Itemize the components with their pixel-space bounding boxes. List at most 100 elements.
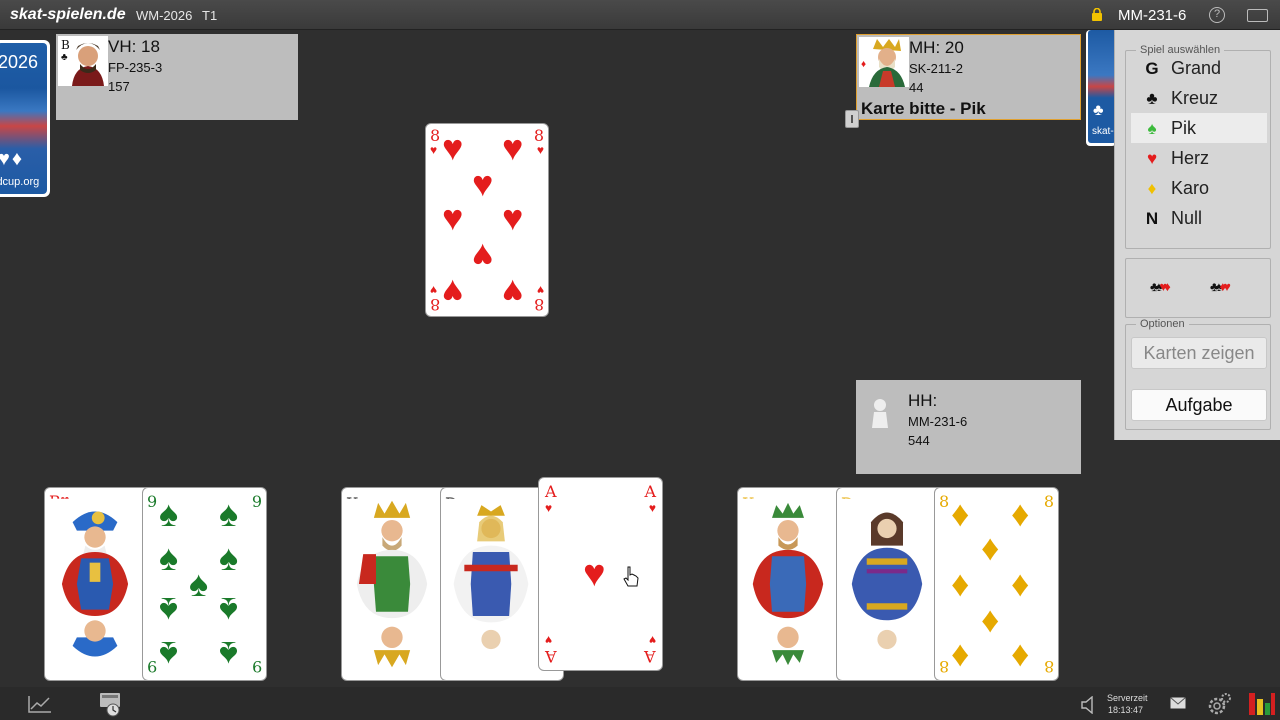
spade-icon: ♠ (1147, 119, 1157, 138)
show-cards-button[interactable]: Karten zeigen (1131, 337, 1267, 369)
game-option-pik[interactable]: ♠ Pik (1131, 113, 1267, 143)
server-time-label: Serverzeit (1107, 693, 1148, 703)
deco-text: skat- (1092, 126, 1114, 137)
spade-icon: ♠ (159, 590, 179, 631)
heart-icon: ♥ (442, 272, 464, 313)
card-rank: 8 (1043, 657, 1054, 676)
player-score: 544 (908, 433, 930, 448)
options-legend: Optionen (1136, 318, 1189, 330)
king-figure (344, 498, 440, 670)
hand-card-pik-neun[interactable]: 9 9 ♠ ♠ ♠ ♠ ♠ ♠ ♠ ♠ ♠ 9 9 (142, 487, 267, 681)
card-rank: 8 (1043, 492, 1054, 511)
sort-group: ♣♠♥♦ ♣♠♦♥ (1125, 258, 1271, 318)
grand-icon: G (1145, 59, 1159, 78)
diamond-icon: ♦ (1011, 493, 1030, 534)
player-code: MM-231-6 (908, 414, 968, 429)
options-group: Optionen Karten zeigen Aufgabe (1125, 318, 1271, 430)
card-rank: 8 (533, 295, 544, 314)
hand-card-herz-ass[interactable]: A ♥ A ♥ ♥ ♥ A ♥ A (538, 477, 663, 671)
player-name: HH: (908, 391, 938, 410)
speaker-icon[interactable] (1080, 696, 1096, 714)
svg-text:♦: ♦ (861, 59, 866, 70)
card-rank: A (545, 647, 557, 666)
server-time-value: 18:13:47 (1108, 705, 1144, 715)
player-score: 157 (108, 79, 130, 94)
table-label: T1 (202, 8, 218, 23)
spade-icon: ♠ (159, 537, 179, 578)
club-icon: ♣ (1093, 102, 1104, 119)
spade-icon: ♠ (219, 537, 239, 578)
help-icon[interactable]: ? (1209, 7, 1225, 23)
sort-alt-suits-icon[interactable]: ♣♠♦♥ (1210, 279, 1231, 294)
card-rank: 8 (430, 295, 441, 314)
heart-icon: ♥ (442, 127, 464, 168)
game-option-label: Pik (1171, 118, 1197, 138)
heart-icon: ♥ (502, 127, 524, 168)
lock-icon (1092, 8, 1102, 21)
player-name: MH: 20 (909, 38, 964, 57)
card-suit: ♥ (430, 143, 438, 157)
card-suit: ♥ (545, 633, 553, 647)
drag-handle[interactable] (845, 110, 859, 128)
pawn-icon (872, 399, 888, 428)
game-option-null[interactable]: N Null (1131, 203, 1267, 233)
diamond-icon: ♦ (951, 633, 970, 674)
diamond-icon: ♦ (951, 493, 970, 534)
give-up-button[interactable]: Aufgabe (1131, 389, 1267, 421)
deco-suits: ♥♦ (0, 148, 25, 170)
hand-card-karo-acht[interactable]: 8 8 ♦ ♦ ♦ ♦ ♦ ♦ ♦ ♦ 8 8 (934, 487, 1059, 681)
card-rank: 8 (430, 126, 441, 145)
queen-figure (839, 498, 935, 670)
player-name: VH: 18 (108, 37, 160, 56)
player-score: 44 (909, 80, 924, 95)
player-code: SK-211-2 (909, 61, 963, 76)
worldcup-deco-card-left: 2026 ♥♦ ldcup.org (0, 40, 50, 197)
card-rank: 9 (147, 492, 158, 511)
spade-icon: ♠ (219, 493, 239, 534)
game-option-label: Null (1171, 208, 1203, 228)
window-toggle-icon[interactable] (1247, 9, 1268, 22)
trick-card: 8 ♥ 8 ♥ ♥ ♥ ♥ ♥ ♥ ♥ ♥ ♥ 8 ♥ 8 ♥ (425, 123, 549, 317)
diamond-icon: ♦ (1011, 633, 1030, 674)
diamond-icon: ♦ (1147, 179, 1157, 198)
game-select-group: Spiel auswählen G Grand ♣ Kreuz ♠ Pik ♥ … (1125, 44, 1271, 249)
jack-figure (47, 498, 143, 670)
player-message: Karte bitte - Pik (861, 99, 986, 118)
diamond-icon: ♦ (1011, 563, 1030, 604)
heart-icon: ♥ (472, 236, 494, 277)
game-option-label: Herz (1171, 148, 1210, 168)
table-info-icon[interactable] (98, 691, 124, 717)
card-suit: ♥ (536, 143, 544, 157)
heart-icon: ♥ (442, 197, 464, 238)
player-avatar-icon: B ♣ (58, 36, 108, 86)
worldcup-deco-card-right: ♣ skat- (1086, 30, 1116, 146)
game-option-grand[interactable]: G Grand (1131, 53, 1267, 83)
card-rank: A (644, 482, 656, 501)
player-box-vh: B ♣ VH: 18 FP-235-3 157 (56, 34, 298, 120)
club-icon: ♣ (1146, 89, 1158, 108)
spade-icon: ♠ (219, 590, 239, 631)
statistics-icon[interactable] (28, 695, 52, 713)
diamond-icon: ♦ (981, 527, 1000, 568)
game-option-herz[interactable]: ♥ Herz (1131, 143, 1267, 173)
card-rank: 8 (939, 492, 950, 511)
game-option-label: Grand (1171, 58, 1222, 78)
game-option-karo[interactable]: ♦ Karo (1131, 173, 1267, 203)
heart-icon: ♥ (583, 553, 606, 595)
card-rank: 9 (147, 657, 158, 676)
card-suit: ♥ (648, 633, 656, 647)
card-suit: ♥ (430, 283, 438, 297)
card-rank: A (644, 647, 656, 666)
mail-icon[interactable] (1170, 697, 1186, 709)
heart-icon: ♥ (472, 163, 494, 204)
game-option-label: Kreuz (1171, 88, 1219, 108)
game-option-kreuz[interactable]: ♣ Kreuz (1131, 83, 1267, 113)
spade-icon: ♠ (189, 563, 209, 604)
spade-icon: ♠ (159, 493, 179, 534)
settings-gear-icon[interactable] (1206, 691, 1232, 717)
queen-figure (443, 498, 539, 670)
brand-logo[interactable]: skat-spielen.de (10, 6, 126, 24)
top-bar: skat-spielen.de WM-2026 T1 MM-231-6 ? (0, 0, 1280, 30)
sort-suits-icon[interactable]: ♣♠♥♦ (1150, 279, 1171, 294)
language-flag-icon[interactable] (1249, 693, 1275, 715)
